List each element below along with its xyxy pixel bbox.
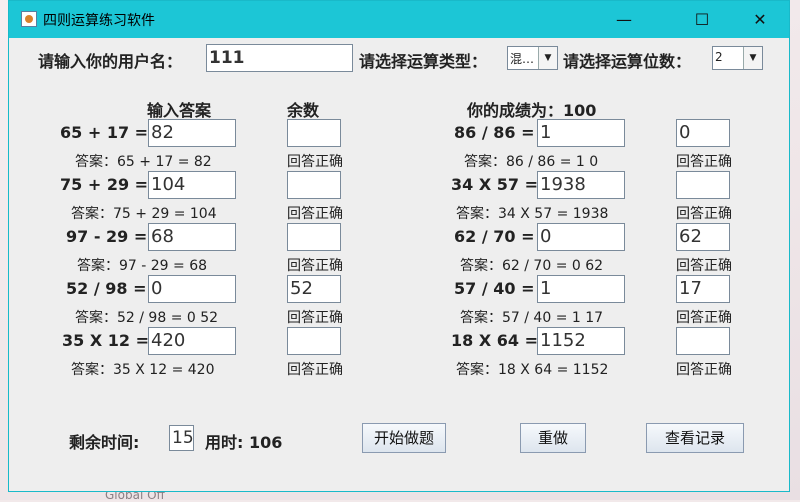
question-expression: 75 + 29 = [60, 175, 149, 194]
remaining-time-field[interactable]: 15 [169, 425, 194, 451]
solution-text: 答案：18 X 64 = 1152 [456, 362, 609, 378]
solution-text: 答案：62 / 70 = 0 62 [460, 258, 604, 274]
view-records-button[interactable]: 查看记录 [646, 423, 744, 453]
result-text: 回答正确 [287, 310, 343, 326]
window-title: 四则运算练习软件 [43, 13, 155, 29]
remainder-input[interactable]: 0 [676, 119, 730, 147]
solution-text: 答案：97 - 29 = 68 [77, 258, 208, 274]
digits-select[interactable]: 2 ▼ [712, 46, 763, 70]
result-text: 回答正确 [676, 310, 732, 326]
question-expression: 52 / 98 = [66, 279, 147, 298]
op-type-label: 请选择运算类型： [359, 52, 488, 71]
result-text: 回答正确 [676, 362, 732, 378]
question-expression: 97 - 29 = [66, 227, 148, 246]
title-bar[interactable]: 四则运算练习软件 — ☐ ✕ [9, 1, 789, 38]
remainder-column-header: 余数 [287, 101, 320, 120]
minimize-button[interactable]: — [601, 1, 647, 38]
result-text: 回答正确 [287, 206, 343, 222]
answer-input[interactable]: 68 [148, 223, 236, 251]
chevron-down-icon: ▼ [743, 47, 762, 69]
result-text: 回答正确 [287, 258, 343, 274]
answer-input[interactable]: 104 [148, 171, 236, 199]
username-label: 请输入你的用户名： [38, 52, 183, 71]
op-type-select[interactable]: 混… ▼ [507, 46, 558, 70]
solution-text: 答案：75 + 29 = 104 [71, 206, 217, 222]
question-expression: 86 / 86 = [454, 123, 535, 142]
remainder-input[interactable] [676, 171, 730, 199]
start-button[interactable]: 开始做题 [362, 423, 446, 453]
digits-value: 2 [715, 50, 723, 64]
remainder-input[interactable] [287, 327, 341, 355]
solution-text: 答案：65 + 17 = 82 [75, 154, 212, 170]
question-expression: 62 / 70 = [454, 227, 535, 246]
remainder-input[interactable] [287, 171, 341, 199]
answer-input[interactable]: 1 [537, 119, 625, 147]
app-window: 四则运算练习软件 — ☐ ✕ 请输入你的用户名： 111 请选择运算类型： 混…… [8, 0, 790, 492]
answer-input[interactable]: 82 [148, 119, 236, 147]
question-expression: 18 X 64 = [451, 331, 538, 350]
remainder-input[interactable]: 52 [287, 275, 341, 303]
solution-text: 答案：35 X 12 = 420 [71, 362, 215, 378]
remainder-input[interactable] [676, 327, 730, 355]
answer-input[interactable]: 0 [537, 223, 625, 251]
result-text: 回答正确 [287, 362, 343, 378]
username-input[interactable]: 111 [206, 44, 353, 72]
solution-text: 答案：34 X 57 = 1938 [456, 206, 609, 222]
remainder-input[interactable] [287, 119, 341, 147]
remainder-input[interactable]: 62 [676, 223, 730, 251]
digits-label: 请选择运算位数： [563, 52, 692, 71]
result-text: 回答正确 [676, 258, 732, 274]
remaining-time-label: 剩余时间: [69, 433, 140, 452]
answer-input[interactable]: 0 [148, 275, 236, 303]
answer-input[interactable]: 1 [537, 275, 625, 303]
result-text: 回答正确 [676, 154, 732, 170]
answer-input[interactable]: 1938 [537, 171, 625, 199]
answer-input[interactable]: 420 [148, 327, 236, 355]
solution-text: 答案：57 / 40 = 1 17 [460, 310, 604, 326]
result-text: 回答正确 [287, 154, 343, 170]
score-label: 你的成绩为：100 [467, 101, 597, 120]
question-expression: 57 / 40 = [454, 279, 535, 298]
chevron-down-icon: ▼ [538, 47, 557, 69]
maximize-button[interactable]: ☐ [679, 1, 725, 38]
java-app-icon [21, 11, 37, 27]
question-expression: 35 X 12 = [62, 331, 149, 350]
answer-column-header: 输入答案 [147, 101, 212, 120]
result-text: 回答正确 [676, 206, 732, 222]
solution-text: 答案：52 / 98 = 0 52 [75, 310, 219, 326]
op-type-value: 混… [510, 52, 535, 66]
elapsed-time-label: 用时: 106 [205, 433, 283, 452]
redo-button[interactable]: 重做 [520, 423, 586, 453]
remainder-input[interactable]: 17 [676, 275, 730, 303]
question-expression: 34 X 57 = [451, 175, 538, 194]
close-button[interactable]: ✕ [737, 1, 783, 38]
solution-text: 答案：86 / 86 = 1 0 [464, 154, 599, 170]
remainder-input[interactable] [287, 223, 341, 251]
answer-input[interactable]: 1152 [537, 327, 625, 355]
question-expression: 65 + 17 = [60, 123, 149, 142]
